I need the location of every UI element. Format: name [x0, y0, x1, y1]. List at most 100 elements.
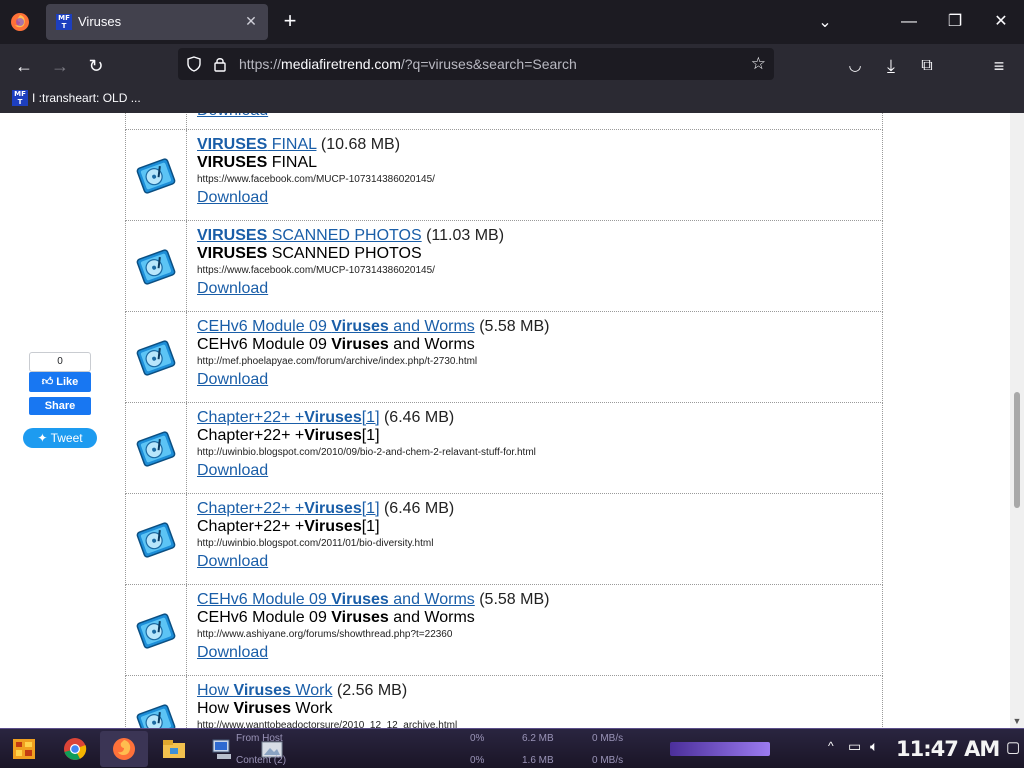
title-keyword: VIRUSES	[197, 136, 268, 153]
result-subtitle: VIRUSES FINAL	[197, 154, 877, 172]
network-icon[interactable]: ▭	[848, 738, 861, 755]
download-link[interactable]: Download	[197, 113, 268, 121]
title-rest: [1]	[361, 500, 380, 517]
navigation-toolbar: ← → ↻ https://mediafiretrend.com/?q=viru…	[0, 44, 1024, 86]
result-title-line: How Viruses Work (2.56 MB)	[197, 682, 877, 700]
subtitle-keyword: VIRUSES	[197, 154, 268, 171]
vertical-scrollbar[interactable]: ▼	[1010, 113, 1024, 728]
column-divider	[186, 221, 187, 311]
result-title-link[interactable]: VIRUSES SCANNED PHOTOS	[197, 227, 422, 244]
url-scheme: https://	[239, 56, 282, 72]
forward-icon[interactable]: →	[47, 53, 73, 79]
hard-disk-icon	[134, 700, 178, 728]
scrollbar-thumb[interactable]	[1014, 392, 1020, 508]
hard-disk-icon	[134, 154, 178, 198]
result-subtitle: How Viruses Work	[197, 700, 877, 718]
pocket-icon[interactable]: ◡	[842, 53, 868, 79]
bookmark-star-icon[interactable]: ☆	[751, 54, 766, 74]
download-link[interactable]: Download	[197, 188, 268, 208]
download-name: From Host	[236, 733, 283, 744]
column-divider	[186, 403, 187, 493]
result-body: CEHv6 Module 09 Viruses and Worms (5.58 …	[197, 318, 877, 390]
chrome-icon[interactable]	[61, 735, 89, 763]
back-icon[interactable]: ←	[11, 53, 37, 79]
download-link[interactable]: Download	[197, 279, 268, 299]
file-size: (6.46 MB)	[379, 500, 455, 517]
result-body: Chapter+22+ +Viruses[1] (6.46 MB) Chapte…	[197, 409, 877, 481]
scroll-down-arrow-icon[interactable]: ▼	[1012, 716, 1022, 726]
app-menu-icon[interactable]: ≡	[986, 53, 1012, 79]
download-link[interactable]: Download	[197, 643, 268, 663]
result-title-line: VIRUSES FINAL (10.68 MB)	[197, 136, 877, 154]
tweet-button[interactable]: ✦ Tweet	[23, 428, 97, 448]
tracking-protection-shield-icon[interactable]	[186, 56, 202, 72]
hard-disk-icon	[134, 336, 178, 380]
url-domain: mediafiretrend.com	[281, 56, 401, 72]
start-menu-icon[interactable]	[10, 735, 38, 763]
url-text[interactable]: https://mediafiretrend.com/?q=viruses&se…	[239, 56, 577, 72]
bookmark-item[interactable]: I :transheart: OLD ...	[32, 91, 141, 105]
facebook-like-button[interactable]: 👍︎ Like	[29, 372, 91, 392]
result-title-link[interactable]: Chapter+22+ +Viruses[1]	[197, 500, 380, 517]
address-bar[interactable]: https://mediafiretrend.com/?q=viruses&se…	[178, 48, 774, 80]
result-subtitle: CEHv6 Module 09 Viruses and Worms	[197, 609, 877, 627]
subtitle-rest: FINAL	[267, 154, 318, 171]
result-title-link[interactable]: CEHv6 Module 09 Viruses and Worms	[197, 591, 475, 608]
close-window-icon[interactable]: ✕	[978, 0, 1024, 44]
result-source-url: http://uwinbio.blogspot.com/2011/01/bio-…	[197, 538, 434, 549]
title-keyword: Viruses	[304, 500, 362, 517]
result-subtitle: Chapter+22+ +Viruses[1]	[197, 427, 877, 445]
column-divider	[186, 676, 187, 728]
download-percent: 0%	[470, 733, 485, 744]
hard-disk-icon	[134, 245, 178, 289]
file-size: (6.46 MB)	[379, 409, 455, 426]
taskbar: From Host 0% 6.2 MB 0 MB/s Content (2) 0…	[0, 728, 1024, 768]
facebook-share-button[interactable]: Share	[29, 397, 91, 415]
tray-expand-icon[interactable]: ^	[828, 739, 834, 753]
title-rest: Work	[290, 682, 333, 699]
column-divider	[186, 130, 187, 220]
file-explorer-icon[interactable]	[160, 735, 188, 763]
result-title-link[interactable]: CEHv6 Module 09 Viruses and Worms	[197, 318, 475, 335]
close-tab-icon[interactable]: ✕	[242, 12, 260, 30]
minimize-icon[interactable]: —	[886, 0, 932, 44]
extensions-icon[interactable]: ⧉	[914, 53, 940, 79]
download-link[interactable]: Download	[197, 552, 268, 572]
result-row: How Viruses Work (2.56 MB) How Viruses W…	[125, 676, 883, 728]
result-title-link[interactable]: VIRUSES FINAL	[197, 136, 316, 153]
title-rest: FINAL	[267, 136, 317, 153]
file-size: (2.56 MB)	[332, 682, 408, 699]
result-source-url: http://www.wanttobeadoctorsure/2010_12_1…	[197, 720, 458, 728]
firefox-taskbar-icon[interactable]	[110, 735, 138, 763]
downloads-icon[interactable]: ⤓	[878, 53, 904, 79]
reload-icon[interactable]: ↻	[83, 53, 109, 79]
site-favicon-icon: MF T	[56, 14, 72, 30]
firefox-menu-icon[interactable]	[8, 10, 32, 34]
clock[interactable]: 11:47 AM	[896, 737, 1000, 761]
subtitle-keyword: Viruses	[304, 518, 362, 535]
volume-icon[interactable]: 🔈︎	[870, 738, 878, 755]
download-link[interactable]: Download	[197, 370, 268, 390]
tab-viruses[interactable]: MF T Viruses ✕	[46, 4, 268, 40]
list-all-tabs-icon[interactable]: ⌄	[814, 12, 836, 32]
title-prefix: CEHv6 Module 09	[197, 591, 332, 608]
result-title-link[interactable]: Chapter+22+ +Viruses[1]	[197, 409, 380, 426]
download-link[interactable]: Download	[197, 461, 268, 481]
title-keyword: Viruses	[331, 591, 389, 608]
title-rest: SCANNED PHOTOS	[267, 227, 422, 244]
result-row: VIRUSES SCANNED PHOTOS (11.03 MB) VIRUSE…	[125, 221, 883, 312]
subtitle-prefix: Chapter+22+ +	[197, 518, 305, 535]
new-tab-icon[interactable]: +	[278, 10, 302, 34]
maximize-icon[interactable]: ❐	[932, 0, 978, 44]
notifications-icon[interactable]: ▢	[1006, 738, 1020, 756]
result-title-line: Chapter+22+ +Viruses[1] (6.46 MB)	[197, 500, 877, 518]
download-speed: 0 MB/s	[592, 733, 624, 744]
bookmarks-toolbar: MF T I :transheart: OLD ...	[0, 86, 1024, 113]
result-title-link[interactable]: How Viruses Work	[197, 682, 332, 699]
subtitle-rest: [1]	[361, 427, 380, 444]
result-title-line: Chapter+22+ +Viruses[1] (6.46 MB)	[197, 409, 877, 427]
page-viewport: 0 👍︎ Like Share ✦ Tweet Download VIRUSES…	[0, 113, 1024, 728]
file-size: (10.68 MB)	[316, 136, 401, 153]
result-source-url: https://www.facebook.com/MUCP-1073143860…	[197, 265, 435, 276]
lock-icon[interactable]	[212, 56, 228, 72]
